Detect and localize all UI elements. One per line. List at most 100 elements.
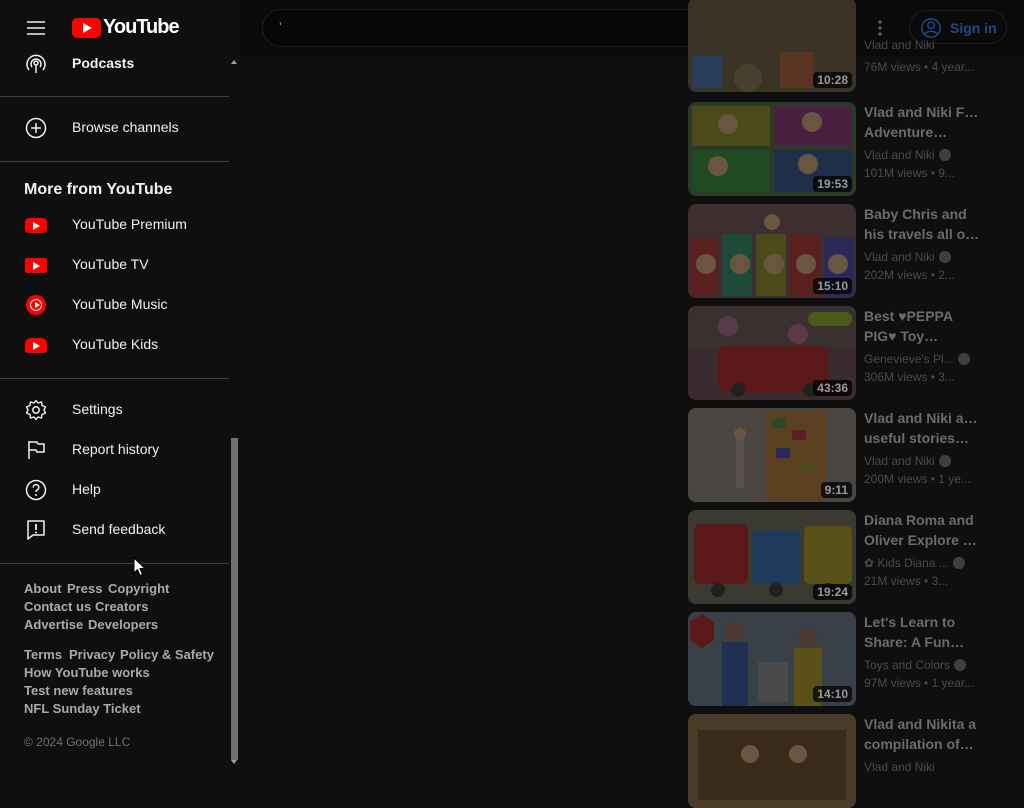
mouse-cursor-icon xyxy=(133,557,147,577)
flag-icon xyxy=(28,441,45,459)
video-card[interactable]: 15:10 Baby Chris and his travels all ov… … xyxy=(688,204,1024,298)
footer-link-copyright[interactable]: Copyright xyxy=(108,581,169,596)
sidebar-item-youtube-music[interactable]: YouTube Music xyxy=(12,285,228,325)
video-channel[interactable]: Genevieve's Pl... xyxy=(864,350,980,368)
copyright-text: © 2024 Google LLC xyxy=(24,735,131,749)
youtube-tv-icon xyxy=(24,253,48,277)
youtube-logo-icon xyxy=(72,18,101,38)
sidebar-item-label: Browse channels xyxy=(72,119,179,135)
divider xyxy=(0,378,229,379)
add-circle-icon xyxy=(25,117,47,139)
sidebar-item-label: YouTube TV xyxy=(72,256,149,272)
video-duration: 19:53 xyxy=(813,176,852,192)
video-thumbnail[interactable] xyxy=(688,714,856,808)
video-duration: 15:10 xyxy=(813,278,852,294)
footer-link-press[interactable]: Press xyxy=(67,581,102,596)
video-meta: Vlad and Nikita a compilation of… Vlad an… xyxy=(864,714,980,776)
sidebar-item-youtube-premium[interactable]: YouTube Premium xyxy=(12,205,228,245)
video-card[interactable]: 19:24 Diana Roma and Oliver Explore th… ✿… xyxy=(688,510,1024,604)
sidebar-item-label: YouTube Premium xyxy=(72,216,187,232)
video-channel[interactable]: Vlad and Niki xyxy=(864,146,980,164)
footer-link-developers[interactable]: Developers xyxy=(88,617,158,632)
video-thumbnail[interactable]: 43:36 xyxy=(688,306,856,400)
video-meta: Let's Learn to Share: A Fun… Toys and Col… xyxy=(864,612,980,692)
video-channel[interactable]: Vlad and Niki xyxy=(864,758,980,776)
youtube-music-icon xyxy=(24,293,48,317)
video-channel[interactable]: Vlad and Niki xyxy=(864,248,980,266)
sidebar-item-report-history[interactable]: Report history xyxy=(12,430,228,470)
footer-link-about[interactable]: About xyxy=(24,581,62,596)
video-card[interactable]: 19:53 Vlad and Niki Fun Adventure… Vlad a… xyxy=(688,102,1024,196)
video-card[interactable]: 43:36 Best ♥PEPPA PIG♥ Toy… Genevieve's P… xyxy=(688,306,1024,400)
search-input[interactable]: ' xyxy=(279,19,282,36)
video-thumbnail[interactable]: 15:10 xyxy=(688,204,856,298)
video-views: 101M views • 9... xyxy=(864,166,955,180)
video-meta: Baby Chris and his travels all ov… Vlad a… xyxy=(864,204,980,284)
video-title[interactable]: Vlad and Niki and useful stories… xyxy=(864,408,980,448)
video-duration: 19:24 xyxy=(813,584,852,600)
video-views: 202M views • 2... xyxy=(864,268,955,282)
video-views: 21M views • 3... xyxy=(864,574,949,588)
footer-link-test-new-features[interactable]: Test new features xyxy=(24,683,133,698)
video-duration: 9:11 xyxy=(820,482,852,498)
video-thumbnail[interactable]: 19:24 xyxy=(688,510,856,604)
scroll-up-arrow-icon[interactable] xyxy=(231,60,237,64)
video-card[interactable]: 9:11 Vlad and Niki and useful stories… Vl… xyxy=(688,408,1024,502)
sidebar-item-label: YouTube Kids xyxy=(72,336,159,352)
video-thumbnail[interactable]: 14:10 xyxy=(688,612,856,706)
footer-link-policy-safety[interactable]: Policy & Safety xyxy=(120,647,214,662)
video-card[interactable]: 14:10 Let's Learn to Share: A Fun… Toys a… xyxy=(688,612,1024,706)
sidebar-item-settings[interactable]: Settings xyxy=(12,390,228,430)
video-thumbnail[interactable]: 9:11 xyxy=(688,408,856,502)
sidebar-item-label: YouTube Music xyxy=(72,296,168,312)
video-title[interactable]: Vlad and Nikita a compilation of… xyxy=(864,714,980,754)
video-thumbnail[interactable]: 10:28 xyxy=(688,0,856,92)
divider xyxy=(0,563,229,564)
video-title[interactable]: Vlad and Niki Fun Adventure… xyxy=(864,102,980,142)
video-title-tail: Vlad and Niki xyxy=(864,38,935,52)
verified-icon xyxy=(954,659,967,671)
video-channel[interactable]: Toys and Colors xyxy=(864,656,980,674)
video-channel[interactable]: ✿ Kids Diana ... xyxy=(864,554,980,572)
verified-icon xyxy=(952,557,965,569)
sidebar-item-label: Help xyxy=(72,481,101,497)
sidebar-item-send-feedback[interactable]: Send feedback xyxy=(12,510,228,550)
footer-link-nfl-sunday-ticket[interactable]: NFL Sunday Ticket xyxy=(24,701,141,716)
video-channel[interactable]: Vlad and Niki xyxy=(864,452,980,470)
scroll-down-arrow-icon[interactable] xyxy=(231,760,237,764)
footer-link-privacy[interactable]: Privacy xyxy=(69,647,115,662)
section-title-more-from-youtube: More from YouTube xyxy=(24,181,173,198)
video-title[interactable]: Let's Learn to Share: A Fun… xyxy=(864,612,980,652)
video-meta: Vlad and Niki 76M views • 4 year... xyxy=(864,38,980,76)
sidebar-item-help[interactable]: Help xyxy=(12,470,228,510)
video-card[interactable]: 10:28 Vlad and Niki 76M views • 4 year..… xyxy=(688,0,1024,92)
video-meta: Vlad and Niki Fun Adventure… Vlad and Nik… xyxy=(864,102,980,182)
hamburger-menu-icon[interactable] xyxy=(24,16,48,40)
footer-link-creators[interactable]: Creators xyxy=(95,599,148,614)
video-thumbnail[interactable]: 19:53 xyxy=(688,102,856,196)
verified-icon xyxy=(938,251,951,263)
video-card[interactable]: Vlad and Nikita a compilation of… Vlad an… xyxy=(688,714,1024,808)
footer-link-advertise[interactable]: Advertise xyxy=(24,617,83,632)
sidebar-item-youtube-tv[interactable]: YouTube TV xyxy=(12,245,228,285)
youtube-kids-icon xyxy=(24,333,48,357)
video-views: 200M views • 1 ye... xyxy=(864,472,971,486)
sidebar-item-youtube-kids[interactable]: YouTube Kids xyxy=(12,325,228,365)
verified-icon xyxy=(938,455,951,467)
sidebar-item-podcasts[interactable]: Podcasts xyxy=(12,43,228,83)
footer-link-how-youtube-works[interactable]: How YouTube works xyxy=(24,665,150,680)
video-title[interactable]: Baby Chris and his travels all ov… xyxy=(864,204,980,244)
thumbnail-art xyxy=(688,714,856,808)
related-videos: 10:28 Vlad and Niki 76M views • 4 year..… xyxy=(688,0,1024,808)
video-duration: 10:28 xyxy=(813,72,852,88)
sidebar-item-browse-channels[interactable]: Browse channels xyxy=(12,108,228,148)
video-title[interactable]: Best ♥PEPPA PIG♥ Toy… xyxy=(864,306,980,346)
video-views: 76M views • 4 year... xyxy=(864,60,975,74)
video-duration: 14:10 xyxy=(813,686,852,702)
video-title[interactable]: Diana Roma and Oliver Explore th… xyxy=(864,510,980,550)
video-meta: Best ♥PEPPA PIG♥ Toy… Genevieve's Pl... 3… xyxy=(864,306,980,386)
sidebar-scrollbar-thumb[interactable] xyxy=(231,438,238,760)
sidebar-item-label: Send feedback xyxy=(72,521,166,537)
footer-link-terms[interactable]: Terms xyxy=(24,647,62,662)
footer-link-contact-us[interactable]: Contact us xyxy=(24,599,91,614)
